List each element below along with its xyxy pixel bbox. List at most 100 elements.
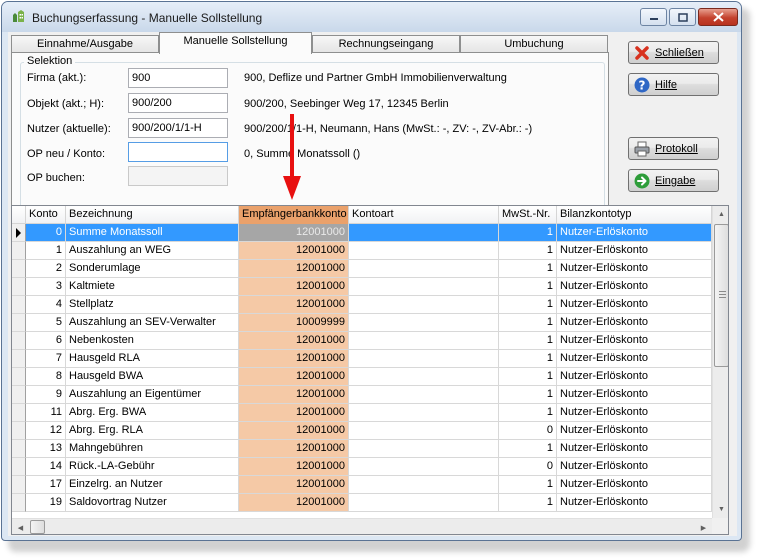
tab-manuelle-sollstellung[interactable]: Manuelle Sollstellung [159,32,312,54]
bezeichnung-cell[interactable]: Einzelrg. an Nutzer [66,476,239,494]
bilanzkontotyp-cell[interactable]: Nutzer-Erlöskonto [557,242,712,260]
kontoart-cell[interactable] [349,242,499,260]
scroll-right-arrow-icon[interactable]: ▶ [695,519,712,534]
protokoll-button[interactable]: Protokoll [628,137,719,160]
bezeichnung-cell[interactable]: Nebenkosten [66,332,239,350]
tab-umbuchung[interactable]: Umbuchung [460,35,608,53]
table-row[interactable]: 6 Nebenkosten 12001000 1 Nutzer-Erlöskonto [12,332,712,350]
vertical-scroll-thumb[interactable] [714,224,728,367]
mwst-nr-cell[interactable]: 1 [499,368,557,386]
table-row[interactable]: 8 Hausgeld BWA 12001000 1 Nutzer-Erlöskonto [12,368,712,386]
scroll-down-arrow-icon[interactable]: ▼ [713,501,728,518]
eingabe-button[interactable]: Eingabe [628,169,719,192]
kontoart-cell[interactable] [349,476,499,494]
empfaengerbankkonto-cell[interactable]: 12001000 [239,476,349,494]
konto-cell[interactable]: 1 [26,242,66,260]
bezeichnung-cell[interactable]: Summe Monatssoll [66,224,239,242]
empfaengerbankkonto-cell[interactable]: 12001000 [239,296,349,314]
table-row[interactable]: 2 Sonderumlage 12001000 1 Nutzer-Erlöskonto [12,260,712,278]
konto-cell[interactable]: 19 [26,494,66,512]
header-mwst-nr[interactable]: MwSt.-Nr. [499,206,557,224]
horizontal-scroll-thumb[interactable] [30,520,45,534]
table-row[interactable]: 4 Stellplatz 12001000 1 Nutzer-Erlöskonto [12,296,712,314]
vertical-scrollbar[interactable]: ▲ ▼ [712,206,728,518]
bilanzkontotyp-cell[interactable]: Nutzer-Erlöskonto [557,260,712,278]
kontoart-cell[interactable] [349,224,499,242]
header-kontoart[interactable]: Kontoart [349,206,499,224]
bilanzkontotyp-cell[interactable]: Nutzer-Erlöskonto [557,494,712,512]
op-buchen-input[interactable] [128,166,228,186]
mwst-nr-cell[interactable]: 1 [499,476,557,494]
bilanzkontotyp-cell[interactable]: Nutzer-Erlöskonto [557,476,712,494]
bezeichnung-cell[interactable]: Hausgeld RLA [66,350,239,368]
kontoart-cell[interactable] [349,494,499,512]
mwst-nr-cell[interactable]: 0 [499,422,557,440]
kontoart-cell[interactable] [349,386,499,404]
empfaengerbankkonto-cell[interactable]: 12001000 [239,404,349,422]
table-row[interactable]: 5 Auszahlung an SEV-Verwalter 10009999 1 Nut… [12,314,712,332]
konto-cell[interactable]: 11 [26,404,66,422]
bezeichnung-cell[interactable]: Auszahlung an Eigentümer [66,386,239,404]
empfaengerbankkonto-cell[interactable]: 12001000 [239,350,349,368]
bezeichnung-cell[interactable]: Mahngebühren [66,440,239,458]
kontoart-cell[interactable] [349,458,499,476]
bilanzkontotyp-cell[interactable]: Nutzer-Erlöskonto [557,386,712,404]
empfaengerbankkonto-cell[interactable]: 12001000 [239,224,349,242]
mwst-nr-cell[interactable]: 1 [499,404,557,422]
bezeichnung-cell[interactable]: Auszahlung an SEV-Verwalter [66,314,239,332]
konto-cell[interactable]: 3 [26,278,66,296]
table-row[interactable]: 0 Summe Monatssoll 12001000 1 Nutzer-Erlösko… [12,224,712,242]
bilanzkontotyp-cell[interactable]: Nutzer-Erlöskonto [557,314,712,332]
kontoart-cell[interactable] [349,350,499,368]
konto-cell[interactable]: 5 [26,314,66,332]
bezeichnung-cell[interactable]: Auszahlung an WEG [66,242,239,260]
mwst-nr-cell[interactable]: 1 [499,314,557,332]
mwst-nr-cell[interactable]: 1 [499,296,557,314]
hilfe-button[interactable]: ? Hilfe [628,73,719,96]
bezeichnung-cell[interactable]: Rück.-LA-Gebühr [66,458,239,476]
scroll-up-arrow-icon[interactable]: ▲ [713,206,728,223]
kontoart-cell[interactable] [349,296,499,314]
empfaengerbankkonto-cell[interactable]: 12001000 [239,260,349,278]
table-row[interactable]: 14 Rück.-LA-Gebühr 12001000 0 Nutzer-Erlösko… [12,458,712,476]
empfaengerbankkonto-cell[interactable]: 12001000 [239,278,349,296]
kontoart-cell[interactable] [349,314,499,332]
konto-cell[interactable]: 4 [26,296,66,314]
empfaengerbankkonto-cell[interactable]: 12001000 [239,422,349,440]
bezeichnung-cell[interactable]: Abrg. Erg. BWA [66,404,239,422]
bilanzkontotyp-cell[interactable]: Nutzer-Erlöskonto [557,350,712,368]
bezeichnung-cell[interactable]: Stellplatz [66,296,239,314]
bilanzkontotyp-cell[interactable]: Nutzer-Erlöskonto [557,296,712,314]
table-row[interactable]: 3 Kaltmiete 12001000 1 Nutzer-Erlöskonto [12,278,712,296]
bezeichnung-cell[interactable]: Hausgeld BWA [66,368,239,386]
header-bezeichnung[interactable]: Bezeichnung [66,206,239,224]
table-row[interactable]: 1 Auszahlung an WEG 12001000 1 Nutzer-Erlösk… [12,242,712,260]
mwst-nr-cell[interactable]: 1 [499,332,557,350]
tab-rechnungseingang[interactable]: Rechnungseingang [312,35,460,53]
kontoart-cell[interactable] [349,332,499,350]
konto-cell[interactable]: 7 [26,350,66,368]
op-konto-input[interactable] [128,142,228,162]
table-row[interactable]: 17 Einzelrg. an Nutzer 12001000 1 Nutzer-Erl… [12,476,712,494]
scroll-left-arrow-icon[interactable]: ◀ [12,519,29,534]
konto-cell[interactable]: 0 [26,224,66,242]
maximize-button[interactable] [669,8,696,26]
table-row[interactable]: 19 Saldovortrag Nutzer 12001000 1 Nutzer-Erl… [12,494,712,512]
table-row[interactable]: 12 Abrg. Erg. RLA 12001000 0 Nutzer-Erlöskon… [12,422,712,440]
horizontal-scrollbar[interactable]: ◀ ▶ [12,518,712,534]
konto-cell[interactable]: 17 [26,476,66,494]
konto-cell[interactable]: 6 [26,332,66,350]
kontoart-cell[interactable] [349,260,499,278]
empfaengerbankkonto-cell[interactable]: 12001000 [239,494,349,512]
konto-cell[interactable]: 9 [26,386,66,404]
empfaengerbankkonto-cell[interactable]: 10009999 [239,314,349,332]
table-row[interactable]: 11 Abrg. Erg. BWA 12001000 1 Nutzer-Erlöskon… [12,404,712,422]
mwst-nr-cell[interactable]: 1 [499,494,557,512]
bilanzkontotyp-cell[interactable]: Nutzer-Erlöskonto [557,224,712,242]
bezeichnung-cell[interactable]: Abrg. Erg. RLA [66,422,239,440]
mwst-nr-cell[interactable]: 1 [499,440,557,458]
bilanzkontotyp-cell[interactable]: Nutzer-Erlöskonto [557,458,712,476]
bezeichnung-cell[interactable]: Kaltmiete [66,278,239,296]
empfaengerbankkonto-cell[interactable]: 12001000 [239,242,349,260]
konto-cell[interactable]: 12 [26,422,66,440]
